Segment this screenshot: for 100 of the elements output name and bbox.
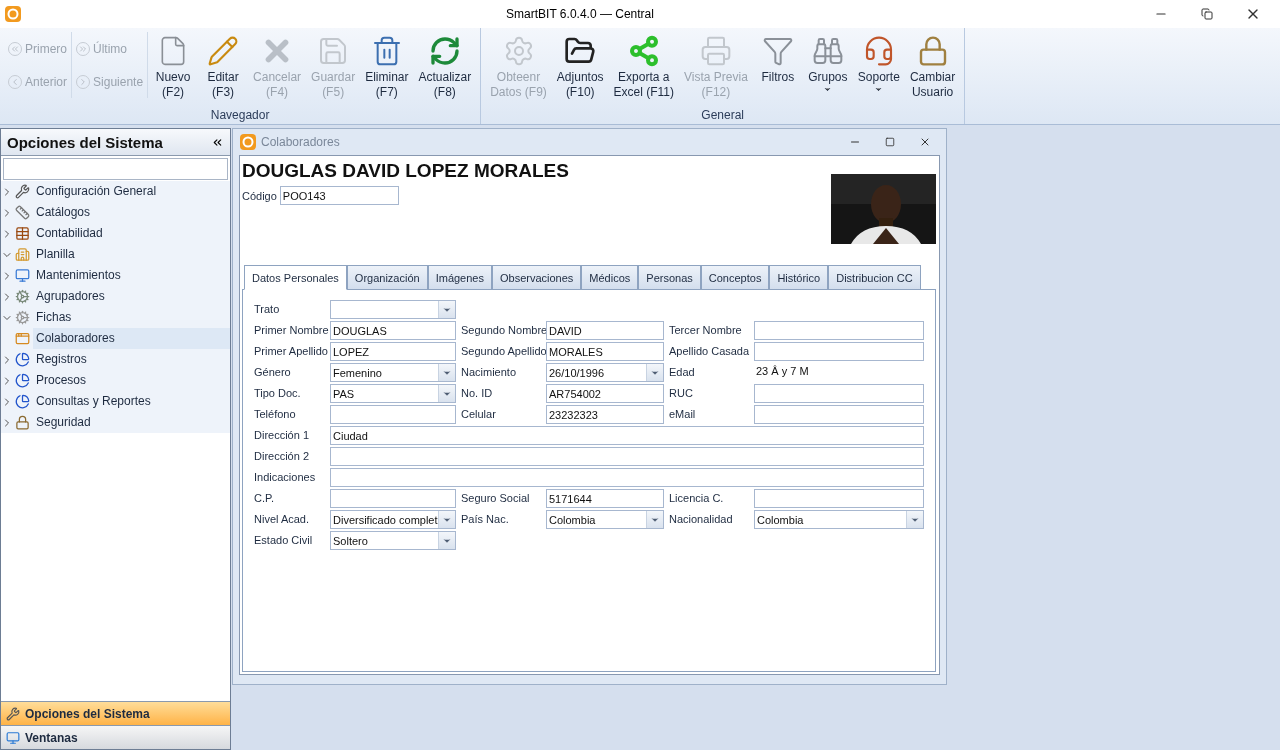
toolbar-button[interactable]: Adjuntos (F10)	[551, 32, 609, 108]
text-field[interactable]	[754, 342, 924, 361]
text-field[interactable]	[330, 468, 924, 487]
group-title: Navegador	[209, 108, 271, 124]
text-field[interactable]	[754, 384, 924, 403]
field-label: Segundo Nombre	[460, 323, 546, 338]
field-label: Celular	[460, 407, 497, 422]
field-label: Teléfono	[254, 407, 297, 422]
text-field[interactable]: LOPEZ	[330, 342, 456, 361]
dropdown-field[interactable]: Diversificado complet	[330, 510, 456, 529]
text-field[interactable]	[754, 405, 924, 424]
field-label: Trato	[254, 302, 281, 317]
field-label: Estado Civil	[254, 533, 314, 548]
toolbar-button[interactable]: Editar (F3)	[198, 32, 249, 108]
text-field[interactable]	[330, 447, 924, 466]
pie-chart-icon	[15, 373, 30, 388]
tab[interactable]: Médicos	[581, 265, 639, 290]
field-label: Nacimiento	[460, 365, 518, 380]
field-label: Tercer Nombre	[668, 323, 743, 338]
tab[interactable]: Distribucion CC	[828, 265, 921, 290]
text-field[interactable]	[754, 489, 924, 508]
restore-icon	[1201, 8, 1213, 20]
toolbar-button[interactable]: Soporte	[852, 32, 905, 108]
field-label: eMail	[668, 407, 697, 422]
tools-icon	[6, 706, 20, 721]
toolbar-button[interactable]: Cambiar Usuario	[904, 32, 961, 108]
text-field[interactable]: DAVID	[546, 321, 664, 340]
panel-switch-button[interactable]: Opciones del Sistema	[1, 701, 230, 725]
age-value: 23 Â y 7 M	[755, 364, 810, 379]
app-logo-icon	[239, 133, 257, 151]
dropdown-field[interactable]	[330, 300, 456, 319]
tab[interactable]: Imágenes	[427, 265, 492, 290]
dropdown-field[interactable]: 26/10/1996	[546, 363, 664, 382]
field-label: Indicaciones	[254, 470, 317, 485]
document-title: Colaboradores	[261, 135, 341, 149]
field-label: Nacionalidad	[668, 512, 734, 527]
group-title: General	[700, 108, 746, 124]
dropdown-field[interactable]: Soltero	[330, 531, 456, 550]
monitor-icon	[6, 730, 20, 745]
field-label: Primer Apellido	[254, 344, 329, 359]
tab[interactable]: Observaciones	[491, 265, 582, 290]
code-field[interactable]: POO143	[279, 186, 399, 205]
dropdown-field[interactable]: Colombia	[546, 510, 664, 529]
tools-icon	[15, 184, 30, 199]
tab[interactable]: Histórico	[769, 265, 829, 290]
lock-icon	[15, 415, 30, 430]
window-icon	[15, 331, 30, 346]
field-label: Código	[242, 189, 277, 202]
window-title: SmartBIT 6.0.4.0 — Central	[505, 7, 655, 21]
table-icon	[15, 226, 30, 241]
dropdown-field[interactable]: Femenino	[330, 363, 456, 382]
field-label: País Nac.	[460, 512, 510, 527]
field-label: No. ID	[460, 386, 494, 401]
tab[interactable]: Personas	[638, 265, 701, 290]
toolbar-button[interactable]: Eliminar (F7)	[360, 32, 414, 108]
app-logo-icon	[4, 5, 22, 23]
search-field[interactable]	[3, 158, 228, 180]
ruler-icon	[15, 205, 30, 220]
field-label: Dirección 1	[254, 428, 311, 443]
toolbar-button[interactable]: Grupos	[802, 32, 853, 108]
text-field[interactable]: Ciudad	[330, 426, 924, 445]
text-field[interactable]: 23232323	[546, 405, 664, 424]
text-field[interactable]: MORALES	[546, 342, 664, 361]
field-label: Primer Nombre	[254, 323, 330, 338]
pencil-icon	[207, 35, 240, 67]
tree-item[interactable]: Fichas	[33, 307, 75, 328]
pie-chart-icon	[15, 394, 30, 409]
toolbar-button[interactable]: Exporta a Excel (F11)	[608, 32, 680, 108]
text-field[interactable]	[330, 405, 456, 424]
refresh-icon	[428, 35, 461, 67]
tab[interactable]: Datos Personales	[244, 265, 347, 290]
field-label: Segundo Apellido	[460, 344, 546, 359]
field-label: C.P.	[254, 491, 275, 506]
panel-switch-button[interactable]: Ventanas	[1, 725, 230, 749]
toolbar-button[interactable]: Filtros	[752, 32, 803, 108]
tab[interactable]: Organización	[346, 265, 428, 290]
field-label: Edad	[668, 365, 696, 380]
panel-title: Opciones del Sistema	[7, 133, 163, 151]
dropdown-field[interactable]: PAS	[330, 384, 456, 403]
tree-item[interactable]: Planilla	[33, 244, 78, 265]
field-label: Seguro Social	[460, 491, 531, 506]
window-icon	[15, 268, 30, 283]
text-field[interactable]: DOUGLAS	[330, 321, 456, 340]
gear-icon	[15, 289, 30, 304]
toolbar-button[interactable]: Actualizar (F8)	[413, 32, 477, 108]
text-field[interactable]: AR754002	[546, 384, 664, 403]
nodes-icon	[627, 35, 660, 67]
maximize-icon	[884, 137, 895, 147]
field-label: Género	[254, 365, 292, 380]
printer-icon	[699, 35, 732, 67]
text-field[interactable]	[330, 489, 456, 508]
text-field[interactable]	[754, 321, 924, 340]
employee-name: DOUGLAS DAVID LOPEZ MORALES	[242, 160, 569, 182]
funnel-icon	[761, 35, 794, 67]
toolbar-button[interactable]: Nuevo (F2)	[148, 32, 199, 108]
tab[interactable]: Conceptos	[700, 265, 770, 290]
text-field[interactable]: 5171644	[546, 489, 664, 508]
dropdown-field[interactable]: Colombia	[754, 510, 924, 529]
tree-item[interactable]: Colaboradores	[33, 328, 230, 349]
field-label: Apellido Casada	[668, 344, 751, 359]
